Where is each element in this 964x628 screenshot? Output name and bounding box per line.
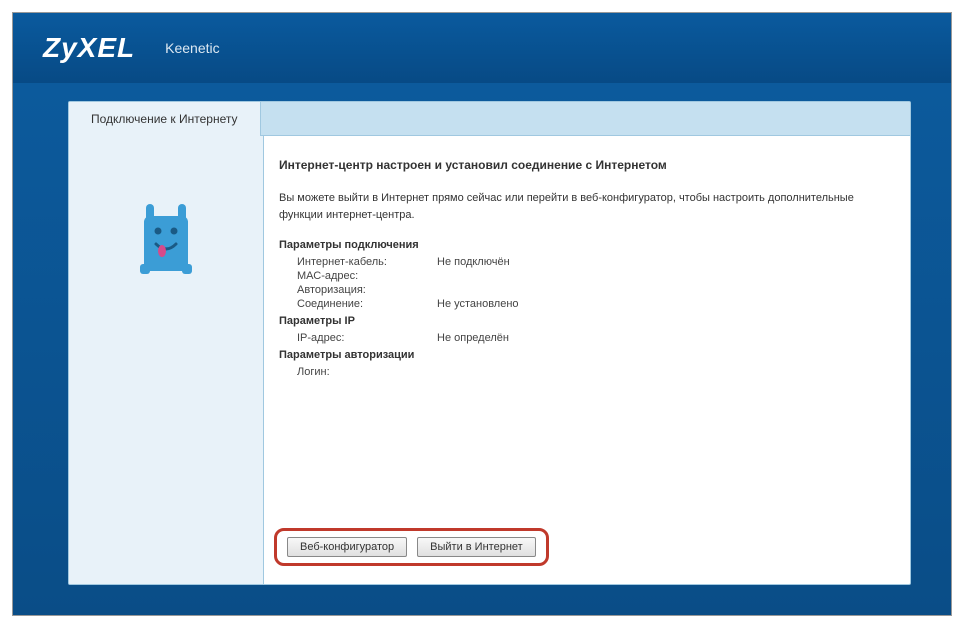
product-name: Keenetic [165, 40, 219, 56]
web-configurator-button[interactable]: Веб-конфигуратор [287, 537, 407, 557]
param-label: IP-адрес: [297, 332, 437, 344]
section-heading-ip: Параметры IP [279, 315, 880, 327]
param-row: Интернет-кабель: Не подключён [279, 255, 880, 269]
param-label: Соединение: [297, 298, 437, 310]
header-bar: ZyXEL Keenetic [13, 13, 951, 83]
param-row: Логин: [279, 365, 880, 379]
param-value: Не подключён [437, 256, 510, 268]
param-label: МАС-адрес: [297, 270, 437, 282]
param-row: IP-адрес: Не определён [279, 331, 880, 345]
app-window: ZyXEL Keenetic Подключение к Интернету [12, 12, 952, 616]
content-title: Интернет-центр настроен и установил соед… [279, 158, 880, 172]
tab-row: Подключение к Интернету [69, 102, 910, 136]
param-value: Не определён [437, 332, 509, 344]
section-heading-connection: Параметры подключения [279, 239, 880, 251]
param-label: Интернет-кабель: [297, 256, 437, 268]
button-row-highlight: Веб-конфигуратор Выйти в Интернет [274, 528, 549, 566]
param-row: Соединение: Не установлено [279, 297, 880, 311]
tab-label: Подключение к Интернету [91, 112, 238, 126]
blue-container: Подключение к Интернету [13, 83, 951, 615]
sidebar [69, 136, 264, 584]
param-row: Авторизация: [279, 283, 880, 297]
main-panel: Подключение к Интернету [68, 101, 911, 585]
go-internet-button[interactable]: Выйти в Интернет [417, 537, 536, 557]
param-label: Авторизация: [297, 284, 437, 296]
param-label: Логин: [297, 366, 437, 378]
param-value: Не установлено [437, 298, 519, 310]
mascot-icon [136, 196, 196, 276]
section-heading-auth: Параметры авторизации [279, 349, 880, 361]
panel-body: Интернет-центр настроен и установил соед… [69, 136, 910, 584]
param-row: МАС-адрес: [279, 269, 880, 283]
tab-internet-connection[interactable]: Подключение к Интернету [69, 102, 261, 136]
content-description: Вы можете выйти в Интернет прямо сейчас … [279, 190, 880, 223]
content-area: Интернет-центр настроен и установил соед… [264, 136, 910, 584]
brand-logo: ZyXEL [43, 32, 135, 64]
